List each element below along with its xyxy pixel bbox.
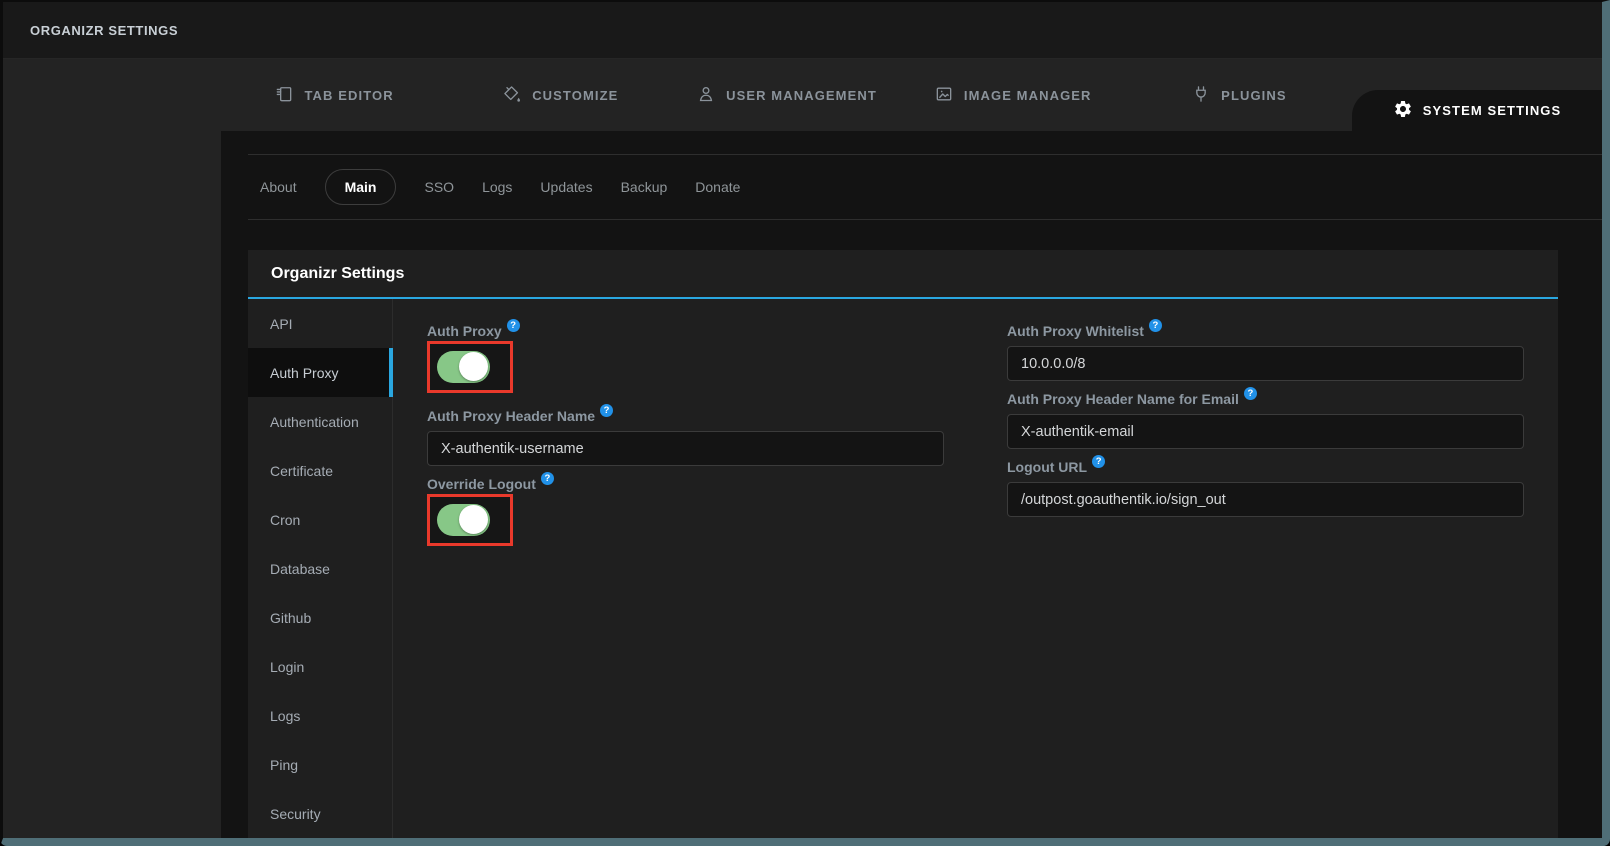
app-window: ORGANIZR SETTINGS TAB EDITOR <box>0 0 1610 846</box>
settings-nav-login[interactable]: Login <box>248 642 392 691</box>
system-settings-pane: About Main SSO Logs Updates Backup Donat… <box>221 131 1602 838</box>
field-label-text: Auth Proxy Header Name <box>427 408 595 424</box>
settings-tabs: TAB EDITOR CUSTOMIZE <box>221 59 1602 131</box>
tab-label: TAB EDITOR <box>304 88 393 103</box>
auth-proxy-header-name-label: Auth Proxy Header Name ? <box>427 408 944 424</box>
form-column-left: Auth Proxy ? <box>427 323 944 835</box>
organizr-settings-panel: Organizr Settings API Auth Proxy Authent… <box>248 250 1558 846</box>
auth-proxy-header-email-input[interactable] <box>1007 414 1524 449</box>
subtab-main[interactable]: Main <box>325 169 397 205</box>
toggle-knob <box>459 352 488 381</box>
field-label-text: Override Logout <box>427 476 536 492</box>
override-logout-toggle[interactable] <box>437 504 490 536</box>
settings-nav-authentication[interactable]: Authentication <box>248 397 392 446</box>
page-header: ORGANIZR SETTINGS <box>3 2 1602 59</box>
help-icon[interactable]: ? <box>1149 319 1162 332</box>
settings-nav-api[interactable]: API <box>248 299 392 348</box>
help-icon[interactable]: ? <box>1244 387 1257 400</box>
tab-user-management[interactable]: USER MANAGEMENT <box>673 59 899 131</box>
field-label-text: Auth Proxy Whitelist <box>1007 323 1144 339</box>
logout-url-group: Logout URL ? <box>1007 459 1524 517</box>
tab-label: USER MANAGEMENT <box>726 88 877 103</box>
subtab-about[interactable]: About <box>260 179 297 195</box>
subtab-sso[interactable]: SSO <box>424 179 454 195</box>
left-gutter <box>3 131 221 838</box>
auth-proxy-toggle[interactable] <box>437 351 490 383</box>
auth-proxy-header-email-group: Auth Proxy Header Name for Email ? <box>1007 391 1524 449</box>
tab-editor-icon <box>274 84 304 107</box>
settings-nav-database[interactable]: Database <box>248 544 392 593</box>
auth-proxy-label: Auth Proxy ? <box>427 323 944 339</box>
tab-tab-editor[interactable]: TAB EDITOR <box>221 59 447 131</box>
settings-nav-cron[interactable]: Cron <box>248 495 392 544</box>
page-title: ORGANIZR SETTINGS <box>30 23 178 38</box>
user-icon <box>696 84 726 107</box>
subtab-donate[interactable]: Donate <box>695 179 740 195</box>
help-icon[interactable]: ? <box>507 319 520 332</box>
auth-proxy-header-name-input[interactable] <box>427 431 944 466</box>
tab-image-manager[interactable]: IMAGE MANAGER <box>900 59 1126 131</box>
field-label-text: Auth Proxy Header Name for Email <box>1007 391 1239 407</box>
tab-customize[interactable]: CUSTOMIZE <box>447 59 673 131</box>
tab-plugins[interactable]: PLUGINS <box>1126 59 1352 131</box>
tab-label: IMAGE MANAGER <box>964 88 1092 103</box>
main-area: About Main SSO Logs Updates Backup Donat… <box>3 131 1602 838</box>
plug-icon <box>1191 84 1221 107</box>
logout-url-input[interactable] <box>1007 482 1524 517</box>
subtab-backup[interactable]: Backup <box>621 179 668 195</box>
panel-title: Organizr Settings <box>271 265 404 283</box>
auth-proxy-whitelist-input[interactable] <box>1007 346 1524 381</box>
auth-proxy-form: Auth Proxy ? <box>393 299 1558 846</box>
settings-nav-ping[interactable]: Ping <box>248 740 392 789</box>
toggle-knob <box>459 505 488 534</box>
highlight-box <box>427 341 513 393</box>
form-column-right: Auth Proxy Whitelist ? Auth Proxy Header… <box>1007 323 1524 835</box>
help-icon[interactable]: ? <box>541 472 554 485</box>
panel-header: Organizr Settings <box>248 250 1558 299</box>
override-logout-label: Override Logout ? <box>427 476 944 492</box>
tab-label: SYSTEM SETTINGS <box>1423 103 1562 118</box>
subtab-updates[interactable]: Updates <box>540 179 592 195</box>
settings-nav-certificate[interactable]: Certificate <box>248 446 392 495</box>
settings-nav: API Auth Proxy Authentication Certificat… <box>248 299 393 846</box>
settings-nav-auth-proxy[interactable]: Auth Proxy <box>248 348 392 397</box>
auth-proxy-header-email-label: Auth Proxy Header Name for Email ? <box>1007 391 1524 407</box>
auth-proxy-header-name-group: Auth Proxy Header Name ? <box>427 408 944 466</box>
help-icon[interactable]: ? <box>1092 455 1105 468</box>
tab-label: CUSTOMIZE <box>532 88 618 103</box>
settings-nav-github[interactable]: Github <box>248 593 392 642</box>
field-label-text: Auth Proxy <box>427 323 502 339</box>
settings-tabbar: TAB EDITOR CUSTOMIZE <box>3 59 1602 131</box>
logout-url-label: Logout URL ? <box>1007 459 1524 475</box>
image-icon <box>934 84 964 107</box>
gear-icon <box>1393 99 1423 122</box>
field-label-text: Logout URL <box>1007 459 1087 475</box>
override-logout-toggle-group: Override Logout ? <box>427 476 944 551</box>
auth-proxy-toggle-group: Auth Proxy ? <box>427 323 944 398</box>
auth-proxy-whitelist-group: Auth Proxy Whitelist ? <box>1007 323 1524 381</box>
tab-label: PLUGINS <box>1221 88 1286 103</box>
subtab-logs[interactable]: Logs <box>482 179 512 195</box>
settings-nav-security[interactable]: Security <box>248 789 392 838</box>
highlight-box <box>427 494 513 546</box>
tab-system-settings[interactable]: SYSTEM SETTINGS <box>1352 90 1602 131</box>
auth-proxy-whitelist-label: Auth Proxy Whitelist ? <box>1007 323 1524 339</box>
system-settings-subtabs: About Main SSO Logs Updates Backup Donat… <box>248 154 1602 220</box>
panel-body: API Auth Proxy Authentication Certificat… <box>248 299 1558 846</box>
settings-nav-logs[interactable]: Logs <box>248 691 392 740</box>
help-icon[interactable]: ? <box>600 404 613 417</box>
paint-bucket-icon <box>502 84 532 107</box>
